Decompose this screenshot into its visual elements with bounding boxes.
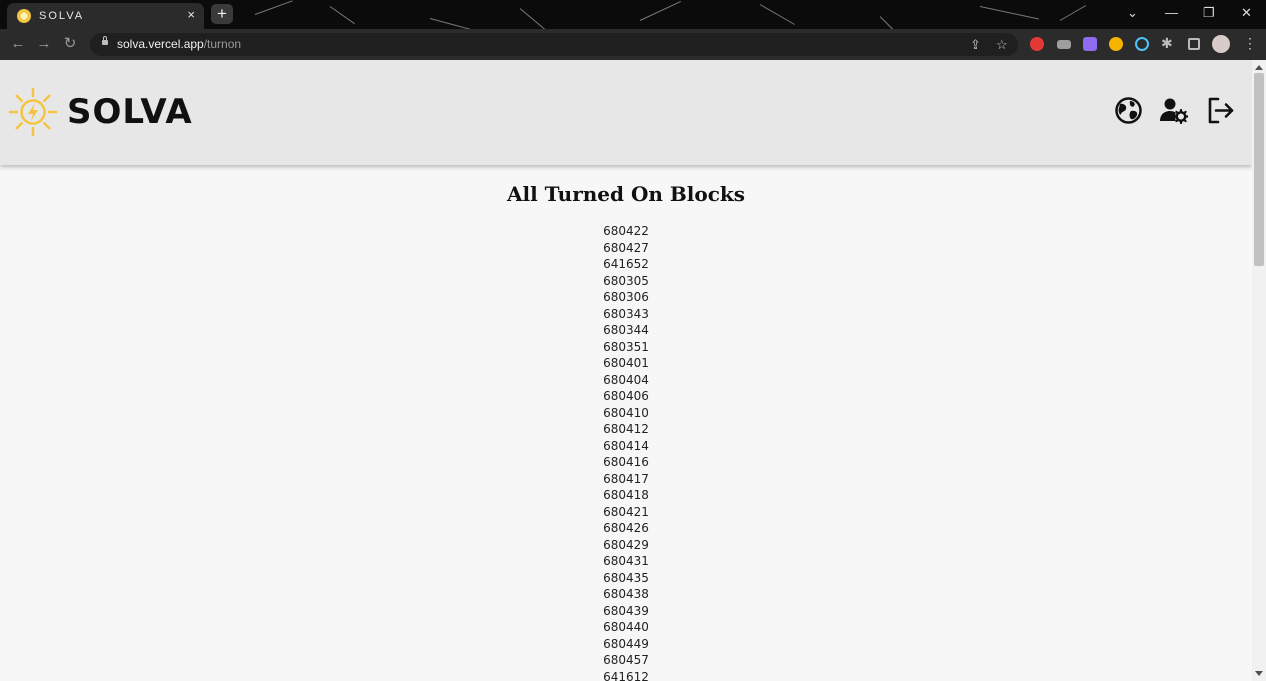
page-title: All Turned On Blocks <box>506 182 746 206</box>
browser-toolbar: ← → ↻ solva.vercel.app/turnon ⇪ ☆ ✱ ⋮ <box>0 29 1266 60</box>
lock-icon[interactable] <box>102 36 108 45</box>
user-settings-icon[interactable] <box>1160 97 1188 124</box>
share-icon[interactable]: ⇪ <box>970 36 981 53</box>
tab-search-icon[interactable]: ⌄ <box>1127 5 1138 21</box>
extension-red-icon[interactable] <box>1030 37 1044 51</box>
browser-tab-active[interactable]: SOLVA × <box>7 3 204 29</box>
page-scrollbar[interactable] <box>1252 60 1266 681</box>
new-tab-button[interactable]: + <box>211 4 233 24</box>
block-list-item: 680438 <box>603 587 649 601</box>
forward-icon[interactable]: → <box>34 34 54 54</box>
block-list-item: 641612 <box>603 669 649 681</box>
block-list-item: 680351 <box>603 339 649 354</box>
block-list-item: 641652 <box>603 257 649 271</box>
block-list-item: 680435 <box>603 570 649 585</box>
block-list-item: 680416 <box>603 455 649 469</box>
restore-icon[interactable]: ❐ <box>1203 5 1215 21</box>
tab-title: SOLVA <box>39 10 85 22</box>
react-devtools-icon[interactable] <box>1135 37 1149 51</box>
scroll-up-arrow-icon[interactable] <box>1255 65 1263 70</box>
block-list-item: 680418 <box>603 488 649 502</box>
reload-icon[interactable]: ↻ <box>60 34 80 54</box>
block-list-item: 680439 <box>603 603 649 618</box>
block-list-item: 680429 <box>603 537 649 552</box>
close-window-icon[interactable]: ✕ <box>1241 5 1252 21</box>
side-panel-icon[interactable] <box>1188 38 1200 50</box>
block-list-item: 680406 <box>603 389 649 403</box>
block-list-item: 680440 <box>603 620 649 634</box>
extension-gray-icon[interactable] <box>1057 40 1071 49</box>
logout-icon[interactable] <box>1207 97 1235 124</box>
block-list-item: 680457 <box>603 653 649 667</box>
extension-yellow-icon[interactable] <box>1109 37 1123 51</box>
close-tab-icon[interactable]: × <box>187 7 195 23</box>
page: SOLVA All Turned On Blocks 680422 680427… <box>0 60 1252 681</box>
sun-favicon-icon <box>17 9 31 23</box>
main-content: All Turned On Blocks 680422 680427 641652 6… <box>0 165 1252 681</box>
back-icon[interactable]: ← <box>8 34 28 54</box>
extensions-puzzle-icon[interactable]: ✱ <box>1161 36 1175 50</box>
minimize-icon[interactable]: — <box>1165 5 1178 21</box>
turned-on-blocks-list: 680422 680427 641652 680305 680306 680343 6803… <box>0 223 1252 681</box>
browser-menu-icon[interactable]: ⋮ <box>1243 36 1257 50</box>
block-list-item: 680410 <box>603 405 649 420</box>
logo[interactable]: SOLVA <box>8 87 193 137</box>
bookmark-star-icon[interactable]: ☆ <box>996 36 1008 53</box>
block-list-item: 680412 <box>603 422 649 436</box>
browser-tabstrip: SOLVA × + ⌄ — ❐ ✕ <box>0 0 1266 29</box>
scrollbar-thumb[interactable] <box>1254 73 1264 266</box>
block-list-item: 680414 <box>603 438 649 453</box>
block-list-item: 680422 <box>603 224 649 238</box>
globe-icon[interactable] <box>1115 97 1142 124</box>
block-list-item: 680343 <box>603 306 649 321</box>
logo-text: SOLVA <box>67 92 193 132</box>
url-text[interactable]: solva.vercel.app/turnon <box>117 37 241 52</box>
block-list-item: 680417 <box>603 471 649 486</box>
scroll-down-arrow-icon[interactable] <box>1255 671 1263 676</box>
block-list-item: 680344 <box>603 323 649 337</box>
block-list-item: 680431 <box>603 554 649 568</box>
block-list-item: 680426 <box>603 521 649 535</box>
app-header: SOLVA <box>0 60 1252 165</box>
sun-bolt-icon <box>8 87 58 137</box>
extension-purple-icon[interactable] <box>1083 37 1097 51</box>
address-bar[interactable]: solva.vercel.app/turnon ⇪ ☆ <box>90 33 1018 56</box>
block-list-item: 680427 <box>603 240 649 255</box>
block-list-item: 680404 <box>603 372 649 387</box>
block-list-item: 680306 <box>603 290 649 304</box>
block-list-item: 680421 <box>603 504 649 519</box>
block-list-item: 680305 <box>603 273 649 288</box>
block-list-item: 680401 <box>603 356 649 370</box>
block-list-item: 680449 <box>603 636 649 651</box>
profile-avatar[interactable] <box>1212 35 1230 53</box>
